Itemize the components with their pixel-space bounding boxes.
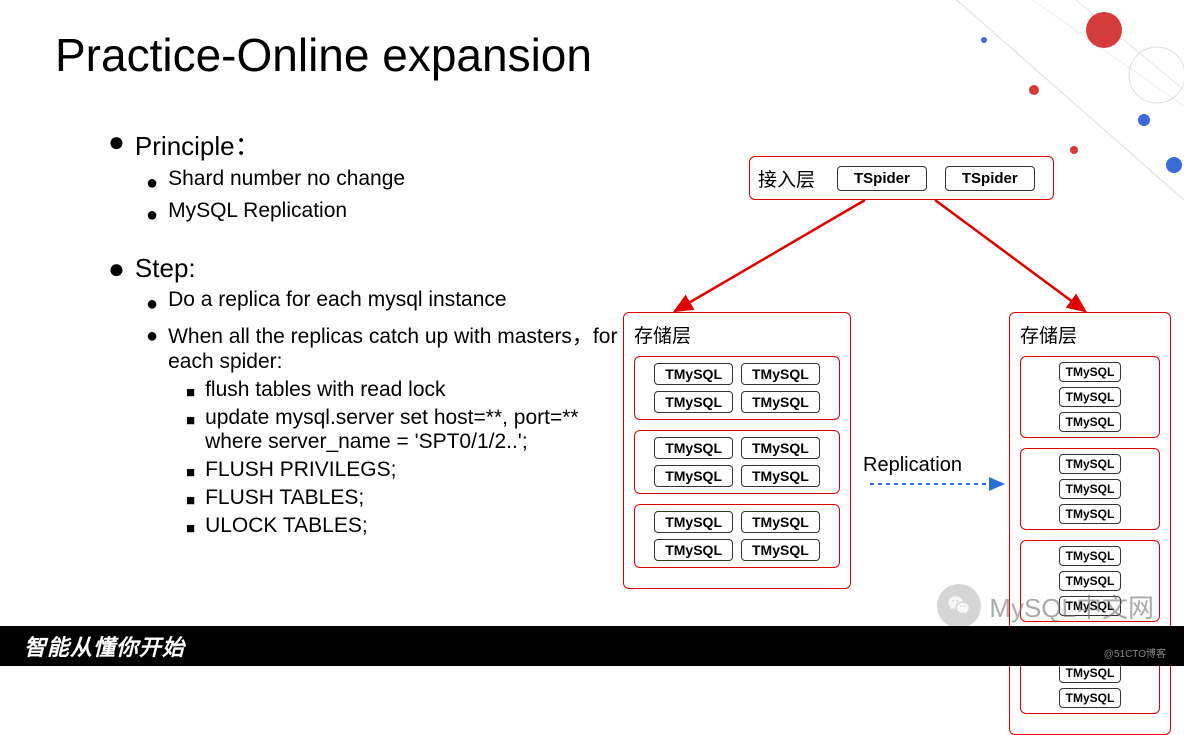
shard-group: TMySQL TMySQL TMySQL TMySQL	[634, 504, 840, 568]
tmysql-node: TMySQL	[741, 391, 820, 413]
tmysql-node: TMySQL	[654, 539, 733, 561]
tspider-node: TSpider	[837, 166, 927, 191]
principle-item: MySQL Replication	[168, 199, 347, 223]
tmysql-node: TMySQL	[741, 511, 820, 533]
footer-bar: 智能从懂你开始	[0, 626, 1184, 666]
shard-group: TMySQL TMySQL TMySQL	[1020, 448, 1160, 530]
footer-slogan: 智能从懂你开始	[24, 630, 185, 662]
step-sub-item: update mysql.server set host=**, port=**…	[205, 406, 618, 454]
principle-item: Shard number no change	[168, 167, 405, 191]
tmysql-node: TMySQL	[1059, 688, 1122, 708]
tmysql-node: TMySQL	[741, 363, 820, 385]
step-heading: Step:	[135, 253, 196, 284]
step-sub-item: FLUSH PRIVILEGS;	[205, 458, 396, 482]
tmysql-node: TMySQL	[741, 437, 820, 459]
step-item: Do a replica for each mysql instance	[168, 288, 507, 312]
replication-label: Replication	[863, 454, 962, 477]
tmysql-node: TMySQL	[1059, 546, 1122, 566]
storage-layer-left: 存储层 TMySQL TMySQL TMySQL TMySQL TMySQL T…	[623, 312, 851, 589]
tmysql-node: TMySQL	[654, 437, 733, 459]
shard-group: TMySQL TMySQL TMySQL	[1020, 356, 1160, 438]
tmysql-node: TMySQL	[1059, 362, 1122, 382]
step-sub-item: ULOCK TABLES;	[205, 514, 368, 538]
tmysql-node: TMySQL	[1059, 454, 1122, 474]
storage-layer-label: 存储层	[634, 321, 840, 348]
tmysql-node: TMySQL	[654, 391, 733, 413]
tspider-node: TSpider	[945, 166, 1035, 191]
brand-text: MySQL中文网	[989, 588, 1154, 625]
tmysql-node: TMySQL	[1059, 387, 1122, 407]
principle-heading: Principle：	[135, 126, 261, 163]
tmysql-node: TMySQL	[1059, 663, 1122, 683]
wechat-icon	[937, 584, 981, 628]
tmysql-node: TMySQL	[654, 363, 733, 385]
step-item: When all the replicas catch up with mast…	[168, 320, 618, 374]
tmysql-node: TMySQL	[654, 511, 733, 533]
source-watermark: @51CTO博客	[1104, 645, 1166, 660]
shard-group: TMySQL TMySQL TMySQL TMySQL	[634, 356, 840, 420]
step-sub-item: flush tables with read lock	[205, 378, 445, 402]
tmysql-node: TMySQL	[1059, 504, 1122, 524]
access-layer-box: 接入层 TSpider TSpider	[749, 156, 1054, 200]
content-body: ●Principle： ●Shard number no change ●MyS…	[108, 120, 618, 538]
storage-layer-label: 存储层	[1020, 321, 1160, 348]
architecture-diagram: 接入层 TSpider TSpider 存储层 TMySQL TMySQL TM…	[615, 156, 1175, 616]
storage-layer-right: 存储层 TMySQL TMySQL TMySQL TMySQL TMySQL T…	[1009, 312, 1171, 735]
shard-group: TMySQL TMySQL TMySQL TMySQL	[634, 430, 840, 494]
tmysql-node: TMySQL	[654, 465, 733, 487]
step-sub-item: FLUSH TABLES;	[205, 486, 364, 510]
slide-title: Practice-Online expansion	[55, 28, 592, 82]
tmysql-node: TMySQL	[1059, 412, 1122, 432]
tmysql-node: TMySQL	[741, 465, 820, 487]
access-layer-label: 接入层	[758, 165, 815, 192]
tmysql-node: TMySQL	[1059, 479, 1122, 499]
tmysql-node: TMySQL	[741, 539, 820, 561]
brand-watermark: MySQL中文网	[937, 584, 1154, 628]
